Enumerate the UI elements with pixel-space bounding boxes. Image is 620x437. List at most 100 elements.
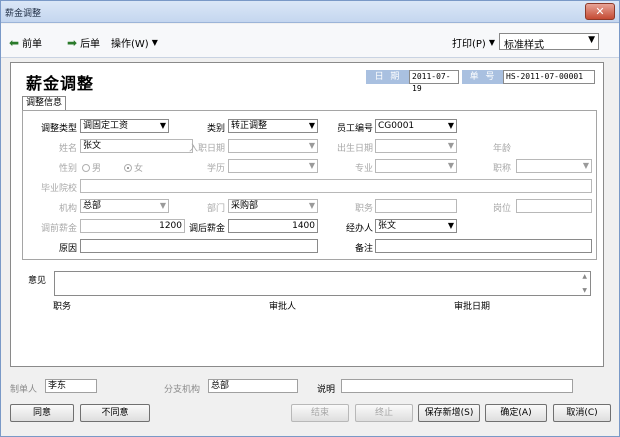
gender-female-radio[interactable]: 女 xyxy=(124,161,143,174)
note-field[interactable] xyxy=(341,379,573,393)
col-date-header: 审批日期 xyxy=(454,302,491,312)
chevron-down-icon: ▼ xyxy=(447,161,454,170)
next-label: 后单 xyxy=(80,39,101,50)
close-button[interactable]: ✕ xyxy=(585,3,615,20)
gender-male-radio[interactable]: 男 xyxy=(82,161,101,174)
name-label: 姓名 xyxy=(58,144,77,154)
opinion-textarea[interactable]: ▲ ▼ xyxy=(54,271,591,296)
adjust-type-value: 调固定工资 xyxy=(83,121,129,131)
operate-menu[interactable]: 操作(W) ▼ xyxy=(111,35,158,50)
confirm-button[interactable]: 确定(A) xyxy=(485,404,547,422)
no-field[interactable]: HS-2011-07-00001 xyxy=(503,70,595,84)
reason-label: 原因 xyxy=(58,244,77,254)
prev-button[interactable]: ⬅ 前单 xyxy=(9,35,43,51)
remark-label: 备注 xyxy=(354,244,373,254)
disagree-button[interactable]: 不同意 xyxy=(80,404,150,422)
reason-field[interactable] xyxy=(80,239,318,253)
chevron-down-icon: ▼ xyxy=(159,121,166,130)
before-salary-label: 调前薪金 xyxy=(40,224,77,234)
window: 薪金调整 ✕ ⬅ 前单 ➡ 后单 操作(W) ▼ 打印(P) ▼ 标准样式 ▼ … xyxy=(0,0,620,437)
gender-female-label: 女 xyxy=(134,164,144,174)
chevron-down-icon: ▼ xyxy=(308,161,315,170)
close-icon: ✕ xyxy=(595,5,605,18)
remark-field[interactable] xyxy=(375,239,592,253)
chevron-down-icon: ▼ xyxy=(582,161,589,170)
education-label: 学历 xyxy=(206,164,225,174)
prev-label: 前单 xyxy=(22,39,43,50)
caret-down-icon: ▼ xyxy=(488,38,495,47)
next-button[interactable]: ➡ 后单 xyxy=(67,35,101,51)
save-new-button[interactable]: 保存新增(S) xyxy=(418,404,480,422)
arrow-right-icon: ➡ xyxy=(67,35,78,50)
title-select[interactable]: ▼ xyxy=(516,159,592,173)
after-salary-field[interactable]: 1400 xyxy=(228,219,318,233)
chevron-down-icon: ▼ xyxy=(447,121,454,130)
handler-value: 张文 xyxy=(378,221,397,231)
no-label: 单 号 xyxy=(462,70,504,84)
window-title: 薪金调整 xyxy=(5,9,42,19)
org-label: 机构 xyxy=(58,204,77,214)
emp-no-select[interactable]: CG0001 ▼ xyxy=(375,119,457,133)
dept-value: 采购部 xyxy=(231,201,259,211)
branch-label: 分支机构 xyxy=(164,385,201,395)
print-menu[interactable]: 打印(P) ▼ xyxy=(452,35,495,50)
chevron-down-icon: ▼ xyxy=(159,201,166,210)
chevron-down-icon: ▼ xyxy=(308,141,315,150)
org-value: 总部 xyxy=(83,201,102,211)
age-label: 年龄 xyxy=(492,144,511,154)
form-panel: 薪金调整 日 期 2011-07-19 单 号 HS-2011-07-00001… xyxy=(10,62,604,367)
major-select[interactable]: ▼ xyxy=(375,159,457,173)
chevron-down-icon: ▼ xyxy=(588,35,595,45)
chevron-down-icon: ▼ xyxy=(308,201,315,210)
col-approver-header: 审批人 xyxy=(269,302,297,312)
maker-field: 李东 xyxy=(45,379,97,393)
handler-select[interactable]: 张文 ▼ xyxy=(375,219,457,233)
style-select[interactable]: 标准样式 ▼ xyxy=(499,33,599,51)
tab-adjust-info[interactable]: 调整信息 xyxy=(22,96,67,110)
scroll-down-icon[interactable]: ▼ xyxy=(582,287,587,294)
major-label: 专业 xyxy=(354,164,373,174)
operate-label: 操作(W) xyxy=(111,39,149,50)
post-label: 岗位 xyxy=(492,204,511,214)
page-title: 薪金调整 xyxy=(26,74,95,93)
gender-male-label: 男 xyxy=(92,164,102,174)
chevron-down-icon: ▼ xyxy=(308,121,315,130)
birth-date-field[interactable]: ▼ xyxy=(375,139,457,153)
dept-select[interactable]: 采购部 ▼ xyxy=(228,199,318,213)
title-bar: 薪金调整 ✕ xyxy=(1,1,619,23)
print-label: 打印(P) xyxy=(452,39,486,50)
date-field[interactable]: 2011-07-19 xyxy=(409,70,459,93)
caret-down-icon: ▼ xyxy=(151,38,158,47)
finish-button[interactable]: 结束 xyxy=(291,404,349,422)
col-duty-header: 职务 xyxy=(53,302,72,312)
adjust-type-select[interactable]: 调固定工资 ▼ xyxy=(80,119,169,133)
category-label: 类别 xyxy=(206,124,225,134)
note-label: 说明 xyxy=(317,385,336,395)
join-date-label: 入职日期 xyxy=(188,144,225,154)
dept-label: 部门 xyxy=(206,204,225,214)
date-label: 日 期 xyxy=(366,70,410,84)
scroll-up-icon[interactable]: ▲ xyxy=(582,273,587,280)
radio-off-icon xyxy=(82,163,90,172)
education-select[interactable]: ▼ xyxy=(228,159,318,173)
cancel-button[interactable]: 取消(C) xyxy=(553,404,611,422)
name-field[interactable]: 张文 xyxy=(80,139,193,153)
before-salary-field[interactable]: 1200 xyxy=(80,219,185,233)
category-select[interactable]: 转正调整 ▼ xyxy=(228,119,318,133)
school-field[interactable] xyxy=(80,179,592,193)
chevron-down-icon: ▼ xyxy=(447,141,454,150)
branch-field: 总部 xyxy=(208,379,298,393)
arrow-left-icon: ⬅ xyxy=(9,35,20,50)
join-date-field[interactable]: ▼ xyxy=(228,139,318,153)
school-label: 毕业院校 xyxy=(40,184,77,194)
agree-button[interactable]: 同意 xyxy=(10,404,74,422)
duty-field[interactable] xyxy=(375,199,457,213)
chevron-down-icon: ▼ xyxy=(447,221,454,230)
adjust-type-label: 调整类型 xyxy=(40,124,77,134)
org-select[interactable]: 总部 ▼ xyxy=(80,199,169,213)
adjust-info-group: 调整类型 调固定工资 ▼ 类别 转正调整 ▼ 员工编号 CG0001 ▼ 姓名 … xyxy=(22,110,597,260)
post-field[interactable] xyxy=(516,199,592,213)
emp-no-value: CG0001 xyxy=(378,121,415,131)
stop-button[interactable]: 终止 xyxy=(355,404,413,422)
style-value: 标准样式 xyxy=(504,40,544,51)
